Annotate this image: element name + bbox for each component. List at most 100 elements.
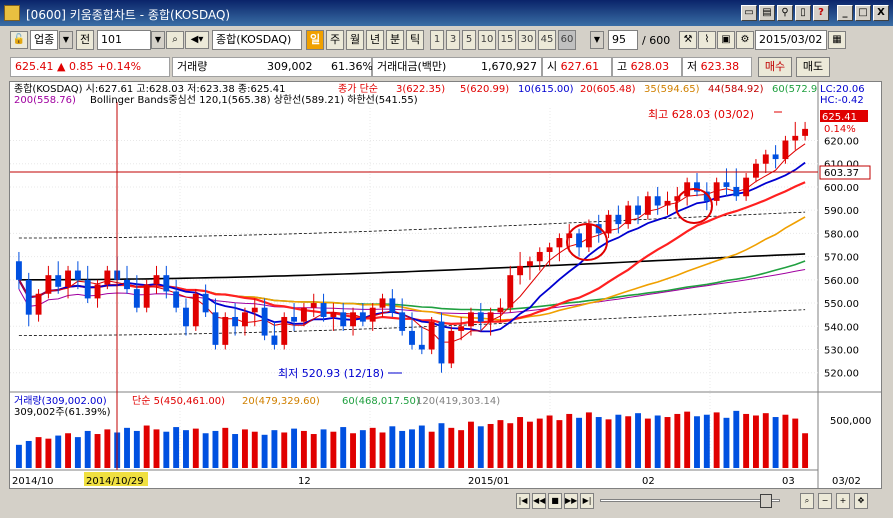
volume-bar-3 [45,438,52,468]
all-button[interactable]: 전 [76,30,94,50]
tools-icon[interactable]: ⚒ [679,31,697,49]
candle-body-17 [183,307,189,327]
maximize-button[interactable]: □ [855,5,871,21]
low-annotation: 최저 520.93 (12/18) [278,367,384,380]
date-input[interactable]: 2015/03/02 [755,30,827,50]
title-bar[interactable]: [0600] 키움종합차트 - 종합(KOSDAQ) ▭ ▤ ⚲ ▯ ? _ □… [0,0,893,26]
volume-bar-37 [379,432,386,468]
candle-body-43 [438,321,445,364]
minute-tab-1[interactable]: 3 [446,30,460,50]
period-tab-0[interactable]: 일 [306,30,324,50]
count-input[interactable]: 95 [608,30,638,50]
candle-body-23 [241,312,248,327]
speaker-icon[interactable]: ◀▾ [185,31,209,49]
scroll-next-icon[interactable]: ▶▶ [564,493,578,509]
candle-body-54 [546,247,553,252]
settings-icon[interactable]: ⚙ [736,31,754,49]
volume-label: 거래량 [177,60,208,73]
candle-body-64 [644,196,651,215]
unlock-icon[interactable]: 🔓 [10,31,28,49]
xaxis-right-label: 03/02 [832,476,861,487]
high-value: 628.03 [630,60,670,73]
calendar-icon[interactable]: ▦ [828,31,846,49]
scroll-last-icon[interactable]: ▶| [580,493,594,509]
volume-bar-33 [340,427,347,468]
candle-body-2 [35,293,42,315]
candle-body-50 [507,275,514,308]
price-chart[interactable]: 520.00 530.00 540.00 550.00 560.00 570.00 580.… [10,82,882,489]
zoom-in-icon[interactable]: + [836,493,850,509]
candle-body-62 [625,205,632,225]
volume-bar-65 [654,415,661,468]
scroll-first-icon[interactable]: |◀ [516,493,530,509]
volume-axis-tick: 500,000 [830,416,871,427]
candle-body-46 [468,312,474,327]
search-icon[interactable]: ⌕ [800,493,814,509]
period-tab-4[interactable]: 분 [386,30,404,50]
volume-bar-47 [477,426,484,468]
volume-sub: 309,002주(61.39%) [14,407,111,418]
code-input[interactable]: 101 [97,30,151,50]
candle-body-3 [45,275,52,294]
market-select[interactable]: 업종 [30,30,58,50]
open-value: 627.61 [560,60,600,73]
minute-tab-6[interactable]: 45 [538,30,556,50]
volume-bar-77 [772,417,779,468]
link-icon[interactable]: ⚲ [777,5,793,21]
candle-body-35 [359,312,366,322]
search-icon[interactable]: ⌕ [166,31,184,49]
volume-legend: 거래량(309,002.00) [14,395,107,407]
minute-dropdown-icon[interactable]: ▼ [590,31,604,49]
volume-bar-20 [212,430,219,468]
minute-tab-3[interactable]: 10 [478,30,496,50]
code-dropdown-icon[interactable]: ▼ [151,31,165,49]
sell-button[interactable]: 매도 [796,57,830,77]
dual-window-icon[interactable]: ▤ [759,5,775,21]
candle-body-28 [291,316,298,322]
minimize-button[interactable]: _ [837,5,853,21]
restore-layout-icon[interactable]: ▭ [741,5,757,21]
candle-body-31 [320,303,327,317]
candle-body-4 [55,275,62,287]
buy-button[interactable]: 매수 [758,57,792,77]
volume-bar-68 [684,411,691,468]
scroll-track[interactable] [600,499,780,502]
period-tab-1[interactable]: 주 [326,30,344,50]
scroll-prev-icon[interactable]: ◀◀ [532,493,546,509]
minute-tab-5[interactable]: 30 [518,30,536,50]
chart-area[interactable]: 520.00 530.00 540.00 550.00 560.00 570.00 580.… [9,81,882,489]
open-label: 시 [547,60,558,73]
period-tab-5[interactable]: 틱 [406,30,424,50]
minute-tab-4[interactable]: 15 [498,30,516,50]
move-icon[interactable]: ✥ [854,493,868,509]
minute-tab-7[interactable]: 60 [558,30,576,50]
lock-icon[interactable]: ▯ [795,5,811,21]
period-tab-2[interactable]: 월 [346,30,364,50]
volume-bar-38 [389,426,396,468]
candle-body-80 [802,128,809,136]
candle-body-29 [300,307,307,322]
volume-bar-0 [15,444,22,468]
volume-bar-30 [310,434,317,468]
candle-body-34 [350,312,356,327]
legend-ma60: 60(572.9 [772,84,817,95]
crosshair-icon[interactable]: ⌇ [698,31,716,49]
period-tab-3[interactable]: 년 [366,30,384,50]
save-icon[interactable]: ▣ [717,31,735,49]
close-button[interactable]: X [873,5,889,21]
volume-bar-60 [605,419,612,468]
scroll-thumb[interactable] [760,494,772,508]
market-dropdown-icon[interactable]: ▼ [59,31,73,49]
minute-tab-2[interactable]: 5 [462,30,476,50]
volume-bar-23 [241,429,248,468]
zoom-out-icon[interactable]: − [818,493,832,509]
minute-tab-0[interactable]: 1 [430,30,444,50]
volume-bar-67 [674,413,681,468]
candle-body-79 [792,135,799,141]
help-button[interactable]: ? [813,5,829,21]
ytick-550: 550.00 [824,299,859,310]
stop-icon[interactable]: ■ [548,493,562,509]
volume-bar-69 [694,416,700,468]
quote-bar: 625.41 ▲ 0.85 +0.14% 거래량 309,002 61.36% … [0,55,893,79]
legend-ma20: 20(605.48) [580,84,636,95]
